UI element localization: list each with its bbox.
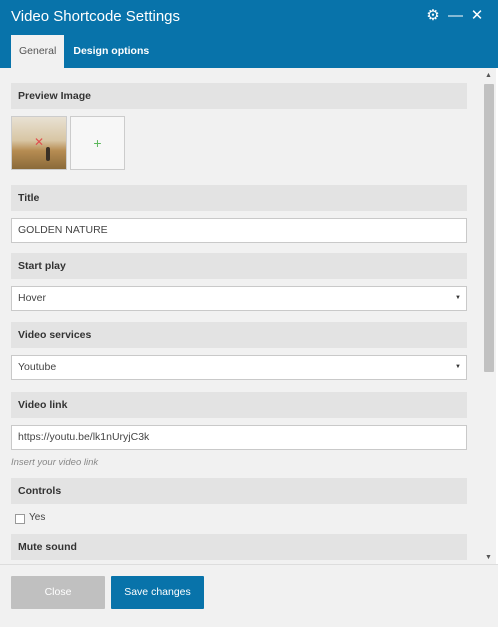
video-services-select[interactable]: Youtube ▼ <box>11 355 467 380</box>
dropdown-arrow-icon: ▼ <box>455 295 461 301</box>
settings-window: Video Shortcode Settings ⚙ ― ✕ General D… <box>0 0 498 627</box>
section-controls: Controls <box>11 478 467 504</box>
section-title: Title <box>11 185 467 211</box>
section-start-play: Start play <box>11 253 467 279</box>
tab-bar: General Design options <box>11 35 157 68</box>
footer: Close Save changes <box>0 564 498 627</box>
save-changes-button[interactable]: Save changes <box>111 576 204 609</box>
section-video-services: Video services <box>11 322 467 348</box>
scrollbar-thumb[interactable] <box>484 84 494 372</box>
dropdown-arrow-icon: ▼ <box>455 364 461 370</box>
window-title: Video Shortcode Settings <box>11 8 181 25</box>
gear-icon[interactable]: ⚙ <box>426 8 440 24</box>
controls-checkbox-label[interactable]: Yes <box>29 512 45 523</box>
title-input[interactable]: GOLDEN NATURE <box>11 218 467 243</box>
section-preview-image: Preview Image <box>11 83 467 109</box>
remove-image-icon[interactable]: ✕ <box>34 135 44 149</box>
scroll-up-icon[interactable]: ▲ <box>485 72 492 79</box>
video-services-value: Youtube <box>18 361 57 373</box>
image-figure <box>46 147 50 161</box>
preview-image-thumbnail[interactable]: ✕ <box>11 116 67 170</box>
vertical-scrollbar[interactable]: ▲ ▼ <box>482 68 496 564</box>
section-mute-sound: Mute sound <box>11 534 467 560</box>
title-bar: Video Shortcode Settings ⚙ ― ✕ General D… <box>0 0 498 68</box>
video-link-input[interactable]: https://youtu.be/lk1nUryjC3k <box>11 425 467 450</box>
minimize-icon[interactable]: ― <box>448 8 463 24</box>
controls-checkbox[interactable] <box>15 514 25 524</box>
start-play-select[interactable]: Hover ▼ <box>11 286 467 311</box>
close-button[interactable]: Close <box>11 576 105 609</box>
section-video-link: Video link <box>11 392 467 418</box>
add-image-button[interactable]: + <box>70 116 125 170</box>
scroll-down-icon[interactable]: ▼ <box>485 554 492 561</box>
settings-content: Preview Image ✕ + Title GOLDEN NATURE St… <box>0 68 482 564</box>
tab-design-options[interactable]: Design options <box>65 35 157 68</box>
start-play-value: Hover <box>18 292 47 304</box>
plus-icon: + <box>93 135 102 151</box>
close-icon[interactable]: ✕ <box>470 8 484 24</box>
video-link-hint: Insert your video link <box>11 457 99 468</box>
tab-general[interactable]: General <box>11 35 65 68</box>
